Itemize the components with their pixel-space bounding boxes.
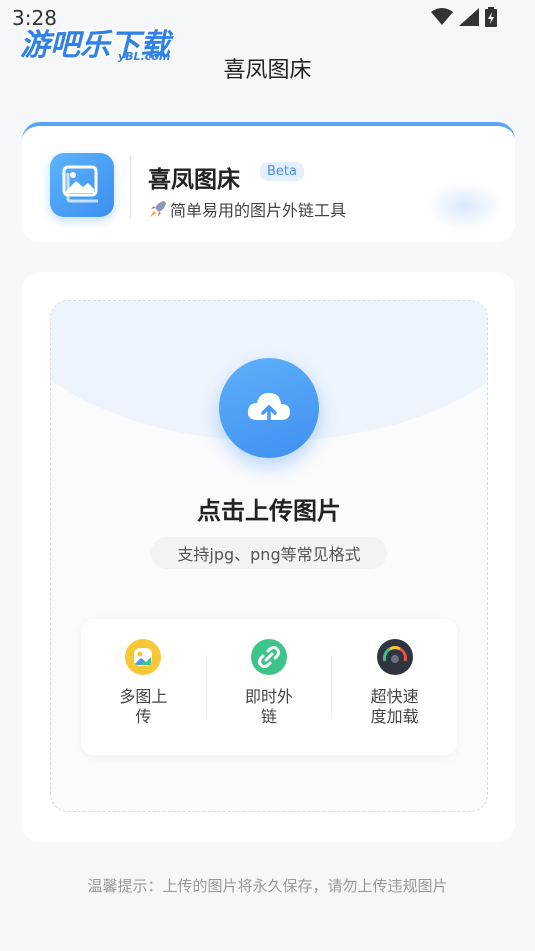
signal-icon bbox=[459, 8, 479, 26]
feature-label: 即时外链 bbox=[244, 687, 293, 726]
app-logo bbox=[50, 153, 114, 217]
status-icons bbox=[431, 7, 497, 27]
format-hint: 支持jpg、png等常见格式 bbox=[151, 537, 387, 569]
upload-title: 点击上传图片 bbox=[197, 497, 341, 525]
rocket-icon bbox=[150, 201, 166, 217]
gallery-icon bbox=[125, 639, 162, 675]
image-icon bbox=[62, 165, 98, 203]
app-tagline: 简单易用的图片外链工具 bbox=[148, 197, 346, 221]
tagline-text: 简单易用的图片外链工具 bbox=[170, 201, 347, 220]
app-info-card: 喜凤图床 Beta 简单易用的图片外链工具 bbox=[22, 122, 515, 242]
decorative-glow bbox=[425, 181, 505, 231]
upload-drop-zone[interactable]: 点击上传图片 支持jpg、png等常见格式 多图上传 即时外链 超快速度加载 bbox=[50, 300, 488, 812]
feature-label: 超快速度加载 bbox=[370, 687, 419, 726]
app-name: 喜凤图床 bbox=[148, 167, 240, 193]
warning-tip: 温馨提示：上传的图片将永久保存，请勿上传违规图片 bbox=[87, 877, 448, 895]
features-panel: 多图上传 即时外链 超快速度加载 bbox=[81, 619, 457, 755]
feature-label: 多图上传 bbox=[119, 687, 168, 726]
feature-instant-link: 即时外链 bbox=[207, 619, 332, 755]
wifi-icon bbox=[431, 8, 453, 25]
beta-badge: Beta bbox=[260, 162, 304, 181]
header-divider bbox=[130, 156, 131, 218]
cloud-upload-icon bbox=[247, 393, 290, 424]
battery-icon bbox=[485, 7, 497, 27]
page-title: 喜凤图床 bbox=[223, 58, 312, 83]
link-icon bbox=[251, 639, 287, 675]
upload-card: 点击上传图片 支持jpg、png等常见格式 多图上传 即时外链 超快速度加载 bbox=[22, 272, 515, 842]
upload-button[interactable] bbox=[219, 358, 319, 458]
feature-fast-loading: 超快速度加载 bbox=[332, 619, 457, 755]
feature-multi-upload: 多图上传 bbox=[81, 619, 206, 755]
speedometer-icon bbox=[376, 639, 413, 675]
